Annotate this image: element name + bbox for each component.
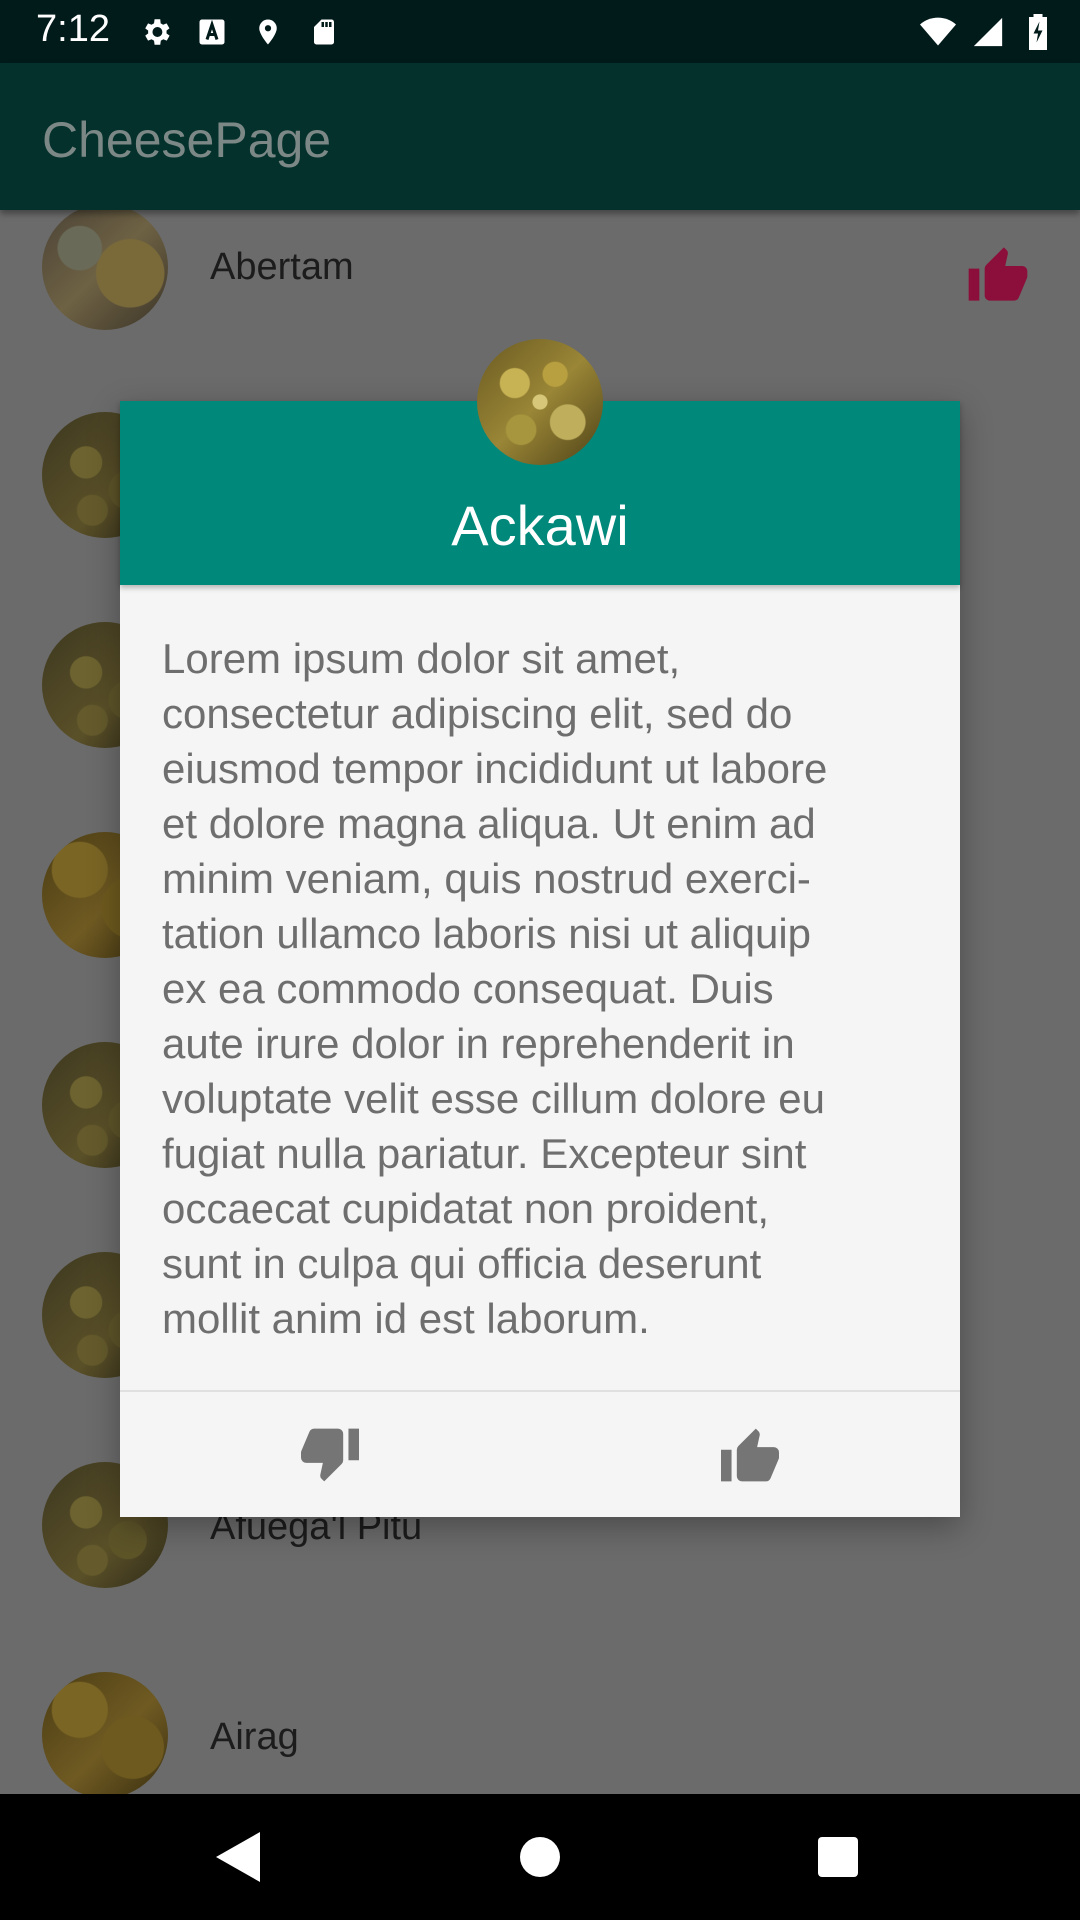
home-icon: [520, 1837, 560, 1877]
status-time: 7:12: [36, 8, 110, 50]
thumbs-up-icon: [721, 1428, 779, 1481]
location-icon: [250, 14, 286, 50]
a-icon: [194, 14, 230, 50]
wifi-icon: [920, 14, 956, 50]
dislike-button[interactable]: [120, 1392, 540, 1517]
status-icons-left: [138, 13, 342, 51]
home-button[interactable]: [477, 1794, 603, 1920]
dialog-title: Ackawi: [451, 494, 629, 557]
thumbs-down-icon: [301, 1428, 359, 1481]
dialog-avatar: [477, 339, 603, 465]
recents-button[interactable]: [775, 1794, 901, 1920]
settings-icon: [138, 14, 174, 50]
like-button[interactable]: [540, 1392, 960, 1517]
cheese-dialog: Ackawi Lorem ipsum dolor sit amet, conse…: [120, 339, 960, 1517]
navigation-bar: [0, 1794, 1080, 1920]
back-icon: [216, 1832, 260, 1882]
status-icons-right: [920, 13, 1056, 51]
dialog-actions: [120, 1392, 960, 1517]
sd-card-icon: [306, 14, 342, 50]
dialog-body: Lorem ipsum dolor sit amet, consectetur …: [162, 635, 828, 1342]
status-bar: 7:12: [0, 0, 1080, 63]
signal-icon: [970, 14, 1006, 50]
recents-icon: [818, 1837, 858, 1877]
battery-icon: [1020, 14, 1056, 50]
back-button[interactable]: [175, 1794, 301, 1920]
